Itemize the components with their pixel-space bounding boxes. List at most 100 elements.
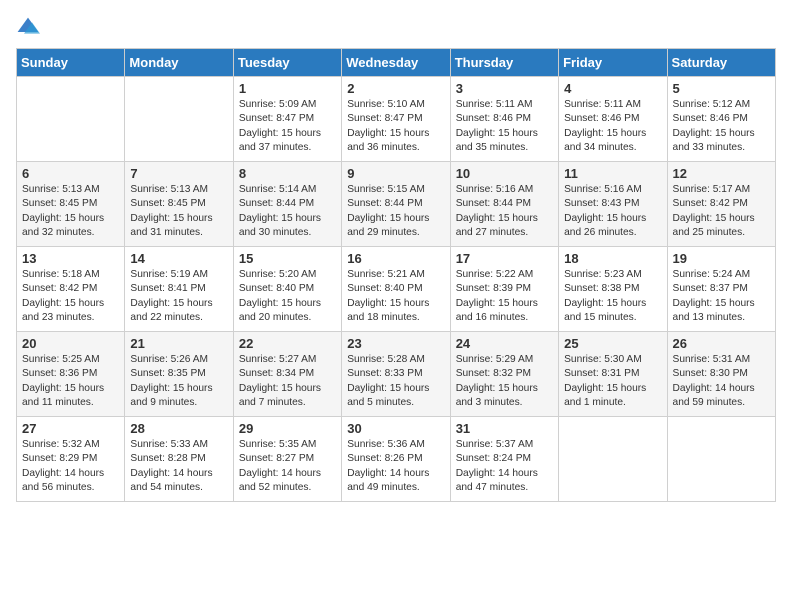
cell-sun-info: Sunrise: 5:13 AMSunset: 8:45 PMDaylight:… [22,183,119,240]
calendar-cell [17,77,125,162]
weekday-header-thursday: Thursday [450,49,558,77]
day-number: 15 [239,251,336,266]
cell-sun-info: Sunrise: 5:31 AMSunset: 8:30 PMDaylight:… [673,353,770,410]
cell-sun-info: Sunrise: 5:24 AMSunset: 8:37 PMDaylight:… [673,268,770,325]
day-number: 28 [130,421,227,436]
cell-sun-info: Sunrise: 5:37 AMSunset: 8:24 PMDaylight:… [456,438,553,495]
calendar-cell: 12 Sunrise: 5:17 AMSunset: 8:42 PMDayligh… [667,162,775,247]
day-number: 1 [239,81,336,96]
calendar-cell: 4 Sunrise: 5:11 AMSunset: 8:46 PMDaylight… [559,77,667,162]
day-number: 20 [22,336,119,351]
calendar-cell: 11 Sunrise: 5:16 AMSunset: 8:43 PMDayligh… [559,162,667,247]
calendar-cell: 30 Sunrise: 5:36 AMSunset: 8:26 PMDayligh… [342,417,450,502]
day-number: 2 [347,81,444,96]
calendar-cell: 7 Sunrise: 5:13 AMSunset: 8:45 PMDaylight… [125,162,233,247]
calendar-cell: 27Sunrise: 5:32 AMSunset: 8:29 PMDayligh… [17,417,125,502]
day-number: 14 [130,251,227,266]
day-number: 25 [564,336,661,351]
calendar-cell: 17 Sunrise: 5:22 AMSunset: 8:39 PMDayligh… [450,247,558,332]
cell-sun-info: Sunrise: 5:13 AMSunset: 8:45 PMDaylight:… [130,183,227,240]
weekday-header-tuesday: Tuesday [233,49,341,77]
day-number: 16 [347,251,444,266]
day-number: 5 [673,81,770,96]
page-header [16,16,776,40]
day-number: 31 [456,421,553,436]
cell-sun-info: Sunrise: 5:19 AMSunset: 8:41 PMDaylight:… [130,268,227,325]
cell-sun-info: Sunrise: 5:11 AMSunset: 8:46 PMDaylight:… [564,98,661,155]
calendar-cell: 19Sunrise: 5:24 AMSunset: 8:37 PMDayligh… [667,247,775,332]
cell-sun-info: Sunrise: 5:23 AMSunset: 8:38 PMDaylight:… [564,268,661,325]
logo [16,16,44,40]
cell-sun-info: Sunrise: 5:12 AMSunset: 8:46 PMDaylight:… [673,98,770,155]
cell-sun-info: Sunrise: 5:26 AMSunset: 8:35 PMDaylight:… [130,353,227,410]
calendar-cell [559,417,667,502]
day-number: 10 [456,166,553,181]
calendar-cell: 21 Sunrise: 5:26 AMSunset: 8:35 PMDayligh… [125,332,233,417]
day-number: 30 [347,421,444,436]
day-number: 9 [347,166,444,181]
day-number: 23 [347,336,444,351]
day-number: 11 [564,166,661,181]
calendar-week-row: 20 Sunrise: 5:25 AMSunset: 8:36 PMDayligh… [17,332,776,417]
logo-icon [16,16,40,40]
calendar-cell: 22 Sunrise: 5:27 AMSunset: 8:34 PMDayligh… [233,332,341,417]
day-number: 7 [130,166,227,181]
calendar-cell: 23 Sunrise: 5:28 AMSunset: 8:33 PMDayligh… [342,332,450,417]
day-number: 26 [673,336,770,351]
day-number: 4 [564,81,661,96]
calendar-cell: 10 Sunrise: 5:16 AMSunset: 8:44 PMDayligh… [450,162,558,247]
cell-sun-info: Sunrise: 5:35 AMSunset: 8:27 PMDaylight:… [239,438,336,495]
cell-sun-info: Sunrise: 5:17 AMSunset: 8:42 PMDaylight:… [673,183,770,240]
weekday-header-sunday: Sunday [17,49,125,77]
cell-sun-info: Sunrise: 5:11 AMSunset: 8:46 PMDaylight:… [456,98,553,155]
cell-sun-info: Sunrise: 5:16 AMSunset: 8:44 PMDaylight:… [456,183,553,240]
calendar-cell: 20 Sunrise: 5:25 AMSunset: 8:36 PMDayligh… [17,332,125,417]
day-number: 24 [456,336,553,351]
calendar-week-row: 27Sunrise: 5:32 AMSunset: 8:29 PMDayligh… [17,417,776,502]
cell-sun-info: Sunrise: 5:22 AMSunset: 8:39 PMDaylight:… [456,268,553,325]
day-number: 12 [673,166,770,181]
calendar-week-row: 1 Sunrise: 5:09 AMSunset: 8:47 PMDaylight… [17,77,776,162]
calendar-cell: 8 Sunrise: 5:14 AMSunset: 8:44 PMDaylight… [233,162,341,247]
calendar-cell: 13 Sunrise: 5:18 AMSunset: 8:42 PMDayligh… [17,247,125,332]
calendar-cell: 1 Sunrise: 5:09 AMSunset: 8:47 PMDaylight… [233,77,341,162]
cell-sun-info: Sunrise: 5:16 AMSunset: 8:43 PMDaylight:… [564,183,661,240]
cell-sun-info: Sunrise: 5:33 AMSunset: 8:28 PMDaylight:… [130,438,227,495]
calendar-cell: 24Sunrise: 5:29 AMSunset: 8:32 PMDayligh… [450,332,558,417]
calendar-cell [667,417,775,502]
day-number: 18 [564,251,661,266]
calendar-cell: 18 Sunrise: 5:23 AMSunset: 8:38 PMDayligh… [559,247,667,332]
weekday-header-monday: Monday [125,49,233,77]
day-number: 21 [130,336,227,351]
cell-sun-info: Sunrise: 5:21 AMSunset: 8:40 PMDaylight:… [347,268,444,325]
weekday-header-friday: Friday [559,49,667,77]
day-number: 17 [456,251,553,266]
calendar-cell: 3 Sunrise: 5:11 AMSunset: 8:46 PMDaylight… [450,77,558,162]
calendar-table: SundayMondayTuesdayWednesdayThursdayFrid… [16,48,776,502]
day-number: 3 [456,81,553,96]
calendar-week-row: 6 Sunrise: 5:13 AMSunset: 8:45 PMDaylight… [17,162,776,247]
day-number: 13 [22,251,119,266]
calendar-cell: 29 Sunrise: 5:35 AMSunset: 8:27 PMDayligh… [233,417,341,502]
cell-sun-info: Sunrise: 5:18 AMSunset: 8:42 PMDaylight:… [22,268,119,325]
cell-sun-info: Sunrise: 5:25 AMSunset: 8:36 PMDaylight:… [22,353,119,410]
cell-sun-info: Sunrise: 5:09 AMSunset: 8:47 PMDaylight:… [239,98,336,155]
day-number: 8 [239,166,336,181]
day-number: 29 [239,421,336,436]
cell-sun-info: Sunrise: 5:14 AMSunset: 8:44 PMDaylight:… [239,183,336,240]
calendar-cell: 5 Sunrise: 5:12 AMSunset: 8:46 PMDaylight… [667,77,775,162]
cell-sun-info: Sunrise: 5:15 AMSunset: 8:44 PMDaylight:… [347,183,444,240]
calendar-cell: 6 Sunrise: 5:13 AMSunset: 8:45 PMDaylight… [17,162,125,247]
calendar-cell: 26 Sunrise: 5:31 AMSunset: 8:30 PMDayligh… [667,332,775,417]
weekday-header-row: SundayMondayTuesdayWednesdayThursdayFrid… [17,49,776,77]
calendar-cell: 9 Sunrise: 5:15 AMSunset: 8:44 PMDaylight… [342,162,450,247]
cell-sun-info: Sunrise: 5:36 AMSunset: 8:26 PMDaylight:… [347,438,444,495]
day-number: 22 [239,336,336,351]
calendar-week-row: 13 Sunrise: 5:18 AMSunset: 8:42 PMDayligh… [17,247,776,332]
cell-sun-info: Sunrise: 5:28 AMSunset: 8:33 PMDaylight:… [347,353,444,410]
weekday-header-wednesday: Wednesday [342,49,450,77]
weekday-header-saturday: Saturday [667,49,775,77]
cell-sun-info: Sunrise: 5:32 AMSunset: 8:29 PMDaylight:… [22,438,119,495]
day-number: 6 [22,166,119,181]
cell-sun-info: Sunrise: 5:27 AMSunset: 8:34 PMDaylight:… [239,353,336,410]
